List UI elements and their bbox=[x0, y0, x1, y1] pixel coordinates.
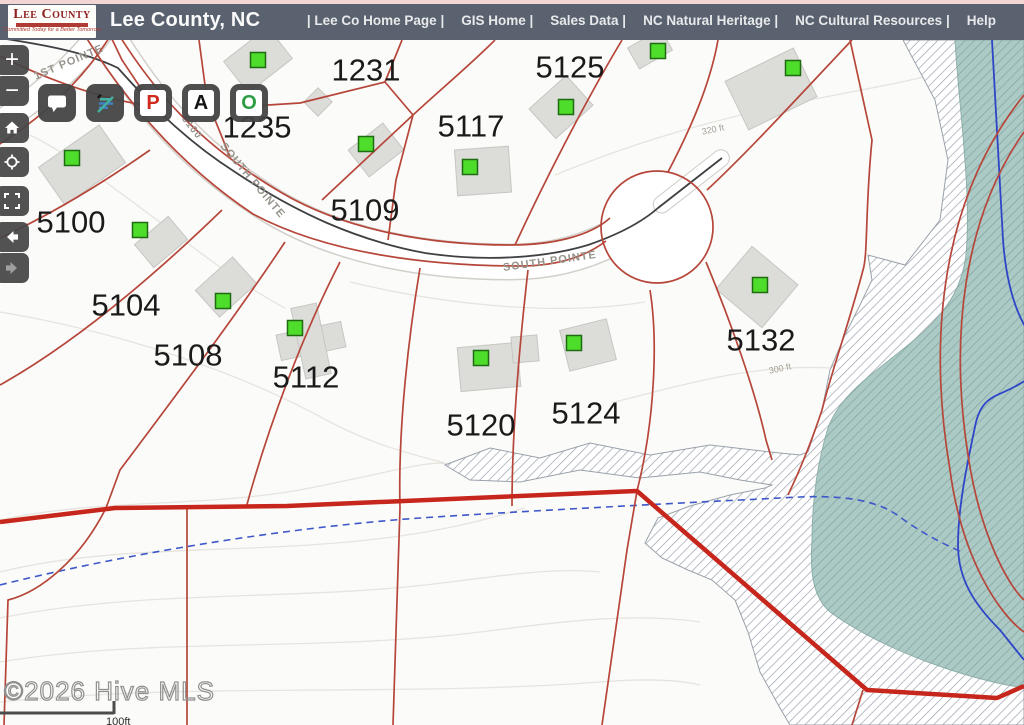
scalebar-label: 100ft bbox=[106, 716, 130, 725]
forward-button[interactable] bbox=[0, 253, 29, 283]
tool-p-button-label: P bbox=[140, 90, 166, 116]
speech-bubble-icon bbox=[46, 92, 68, 114]
parcel-marker bbox=[559, 100, 574, 115]
nav-link[interactable]: Help bbox=[967, 13, 996, 28]
locate-button[interactable] bbox=[0, 147, 29, 177]
comment-button[interactable] bbox=[38, 84, 76, 122]
parcel-marker bbox=[288, 321, 303, 336]
parcel-marker bbox=[359, 137, 374, 152]
header-nav: | Lee Co Home Page | GIS Home | Sales Data… bbox=[307, 13, 1024, 28]
parcel-marker bbox=[133, 223, 148, 238]
plus-icon: + bbox=[5, 48, 19, 72]
nav-link[interactable]: NC Cultural Resources | bbox=[795, 13, 950, 28]
parcel-marker bbox=[786, 61, 801, 76]
arrow-left-icon bbox=[4, 229, 20, 245]
map-viewport[interactable]: 1231123551255117510951005104510851125120… bbox=[0, 40, 1024, 725]
parcel-marker bbox=[65, 151, 80, 166]
nav-link[interactable]: Sales Data | bbox=[550, 13, 626, 28]
parcel-marker bbox=[651, 44, 666, 59]
tool-a-button[interactable]: A bbox=[182, 84, 220, 122]
nav-link[interactable]: | Lee Co Home Page | bbox=[307, 13, 444, 28]
extent-button[interactable] bbox=[0, 186, 29, 216]
watermark: ©2026 Hive MLS bbox=[4, 676, 215, 707]
tool-a-button-label: A bbox=[188, 90, 214, 116]
parcel-marker bbox=[567, 336, 582, 351]
parcel-marker bbox=[251, 53, 266, 68]
locate-icon bbox=[4, 154, 20, 170]
county-logo[interactable]: Lee County Committed Today for a Better … bbox=[8, 5, 96, 38]
back-button[interactable] bbox=[0, 222, 29, 252]
home-button[interactable] bbox=[0, 113, 29, 143]
arrow-right-icon bbox=[4, 260, 20, 276]
measure-icon bbox=[94, 92, 116, 114]
zoom-in-button[interactable]: + bbox=[0, 45, 29, 75]
app-window: Lee County Committed Today for a Better … bbox=[0, 0, 1024, 725]
header-bar: Lee County Committed Today for a Better … bbox=[0, 0, 1024, 40]
page-title: Lee County, NC bbox=[110, 9, 260, 32]
zoom-out-button[interactable]: − bbox=[0, 76, 29, 106]
home-icon bbox=[4, 120, 20, 136]
map-toolbar: PAO bbox=[38, 84, 268, 122]
parcel-marker bbox=[216, 294, 231, 309]
measure-button[interactable] bbox=[86, 84, 124, 122]
parcel-marker bbox=[753, 278, 768, 293]
tool-p-button[interactable]: P bbox=[134, 84, 172, 122]
logo-text: Lee County bbox=[13, 8, 90, 22]
nav-link[interactable]: NC Natural Heritage | bbox=[643, 13, 778, 28]
parcel-marker bbox=[463, 160, 478, 175]
parcel-marker bbox=[474, 351, 489, 366]
top-strip bbox=[0, 0, 1024, 4]
tool-o-button-label: O bbox=[236, 90, 262, 116]
map-canvas[interactable] bbox=[0, 40, 1024, 725]
minus-icon: − bbox=[5, 79, 19, 103]
extent-icon bbox=[4, 193, 20, 209]
logo-tagline: Committed Today for a Better Tomorrow bbox=[3, 28, 100, 34]
nav-link[interactable]: GIS Home | bbox=[461, 13, 533, 28]
tool-o-button[interactable]: O bbox=[230, 84, 268, 122]
